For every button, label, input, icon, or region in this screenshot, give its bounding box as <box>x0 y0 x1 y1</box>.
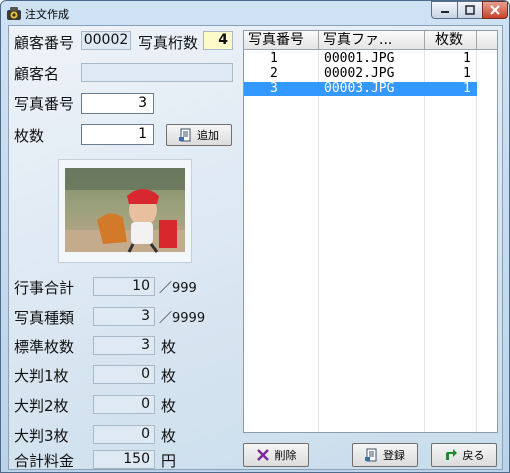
title-bar: 注文作成 <box>1 1 509 25</box>
row-count: 1 <box>463 51 471 66</box>
photo-no-input[interactable]: 3 <box>81 93 154 114</box>
photo-no-label: 写真番号 <box>14 95 75 113</box>
add-button[interactable]: 追加 <box>166 124 232 146</box>
stat-value: 0 <box>93 365 155 384</box>
minimize-icon <box>440 11 449 13</box>
stat-label: 写真種類 <box>14 309 75 327</box>
back-button-label: 戻る <box>462 449 485 462</box>
stat-value: 0 <box>93 395 155 414</box>
stat-label: 行事合計 <box>14 279 75 297</box>
customer-name-field <box>81 63 233 82</box>
count-label: 枚数 <box>14 127 45 145</box>
column-gridline <box>318 50 319 432</box>
row-count: 1 <box>463 66 471 81</box>
table-row[interactable]: 1 00001.JPG 1 <box>244 52 477 66</box>
stat-suffix: 枚 <box>161 427 177 445</box>
document-icon <box>365 448 377 462</box>
photo-digits-field[interactable]: 4 <box>203 31 233 50</box>
add-button-label: 追加 <box>197 129 219 142</box>
row-file-name: 00002.JPG <box>324 66 395 81</box>
register-button[interactable]: 登録 <box>352 443 418 467</box>
customer-name-label: 顧客名 <box>14 65 60 83</box>
stat-label: 大判2枚 <box>14 397 69 415</box>
close-icon <box>490 5 500 15</box>
column-header-filler <box>477 31 497 50</box>
table-row-selected[interactable]: 3 00003.JPG 1 <box>244 82 477 96</box>
order-window: 注文作成 顧客番号 00002 写真桁数 4 顧客名 写真番号 3 枚数 1 追 <box>0 0 510 473</box>
customer-no-label: 顧客番号 <box>14 34 75 52</box>
row-file-name: 00003.JPG <box>324 81 395 96</box>
stat-value: 3 <box>93 336 155 355</box>
document-icon <box>179 128 191 142</box>
stat-label: 大判3枚 <box>14 427 69 445</box>
column-header[interactable]: 写真ファ... <box>319 31 425 50</box>
stat-suffix: 枚 <box>161 367 177 385</box>
stat-label: 合計料金 <box>14 452 75 470</box>
register-button-label: 登録 <box>383 449 405 462</box>
column-header[interactable]: 枚数 <box>425 31 477 50</box>
delete-button-label: 削除 <box>274 449 297 462</box>
table-row[interactable]: 2 00002.JPG 1 <box>244 67 477 81</box>
window-title: 注文作成 <box>25 8 69 21</box>
delete-button[interactable]: 削除 <box>243 443 309 467</box>
stat-label: 標準枚数 <box>14 338 75 356</box>
row-photo-no: 3 <box>270 81 278 96</box>
app-icon <box>7 7 21 20</box>
stat-suffix: 円 <box>161 452 177 470</box>
stat-suffix: 枚 <box>161 397 177 415</box>
photo-preview <box>65 168 185 253</box>
stat-suffix: 枚 <box>161 338 177 356</box>
stat-suffix: ／9999 <box>159 311 206 326</box>
client-area: 顧客番号 00002 写真桁数 4 顧客名 写真番号 3 枚数 1 追加 行事合… <box>8 25 503 470</box>
stat-value: 0 <box>93 425 155 444</box>
column-gridline <box>476 50 477 432</box>
row-photo-no: 1 <box>270 51 278 66</box>
customer-no-field: 00002 <box>81 31 131 50</box>
row-photo-no: 2 <box>270 66 278 81</box>
back-button[interactable]: 戻る <box>431 443 497 467</box>
close-button[interactable] <box>482 1 508 19</box>
stat-value: 3 <box>93 307 155 326</box>
minimize-button[interactable] <box>431 1 457 19</box>
maximize-icon <box>465 5 475 15</box>
stat-label: 大判1枚 <box>14 367 69 385</box>
stat-suffix: ／999 <box>159 281 197 296</box>
arrow-back-icon <box>445 449 457 460</box>
row-file-name: 00001.JPG <box>324 51 395 66</box>
row-count: 1 <box>463 81 471 96</box>
count-input[interactable]: 1 <box>81 124 154 145</box>
delete-x-icon <box>256 449 269 461</box>
photo-list-table[interactable]: 写真番号 写真ファ... 枚数 1 00001.JPG 1 2 00002.JP… <box>243 30 498 433</box>
photo-digits-label: 写真桁数 <box>138 34 199 52</box>
column-header[interactable]: 写真番号 <box>244 31 319 50</box>
column-gridline <box>424 50 425 432</box>
stat-value: 10 <box>93 277 155 296</box>
photo-preview-frame <box>58 159 192 263</box>
maximize-button[interactable] <box>457 1 482 19</box>
total-fee-value: 150 <box>93 450 155 469</box>
